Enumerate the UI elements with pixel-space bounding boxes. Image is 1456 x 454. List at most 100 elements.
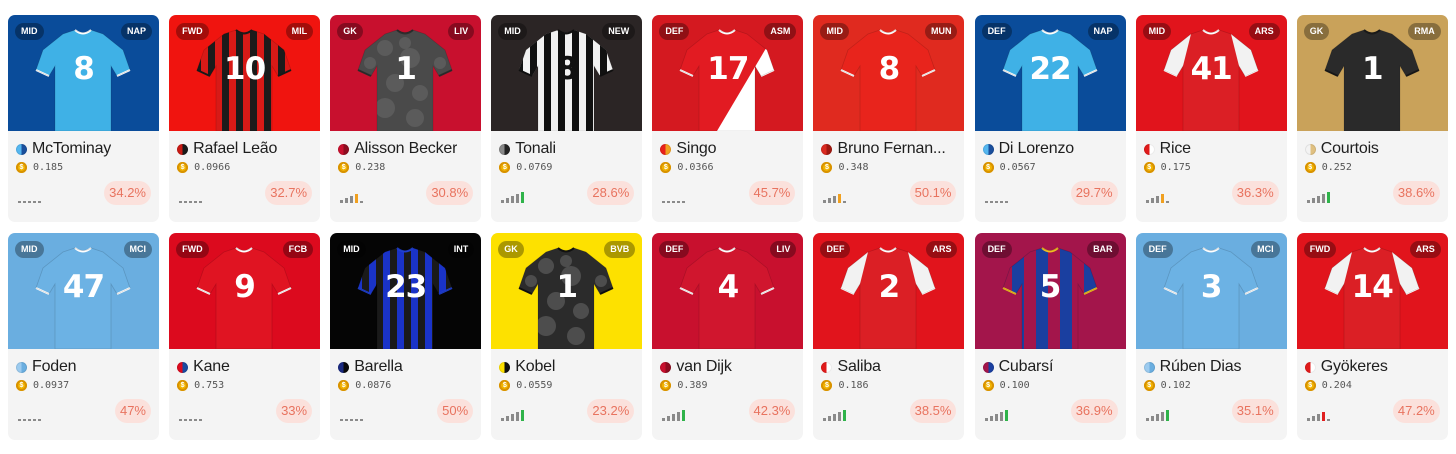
player-card-0[interactable]: MID NAP 8 McTominay $ 0.185 34.2% [8,15,159,222]
form-bar [521,192,525,203]
ownership-percent: 36.9% [1070,399,1118,423]
form-bar [667,416,671,421]
form-bar [1004,201,1008,203]
form-bar [199,419,203,421]
player-card-1[interactable]: FWD MIL 10 Rafael Leão $ 0.0966 32.7% [169,15,321,222]
club-crest-icon [1143,361,1155,373]
form-bar [672,414,676,421]
form-bar [1306,200,1310,203]
form-bar [667,201,671,203]
player-name: McTominay [32,140,112,157]
jersey-number: 17 [707,51,749,87]
form-bar [838,194,842,203]
player-info: Rúben Dias $ 0.102 35.1% [1136,349,1287,440]
form-bar [1150,416,1154,421]
form-bar [833,196,837,203]
form-bar [355,194,359,203]
jersey-number: 8 [556,51,578,87]
name-row: Courtois [1304,140,1442,158]
ownership-percent: 38.5% [909,399,957,423]
ownership-percent: 34.2% [104,181,151,205]
coin-icon: $ [177,162,189,173]
player-card-7[interactable]: MID ARS 41 Rice $ 0.175 36.3% [1135,15,1287,222]
club-crest-icon [16,143,27,155]
player-card-6[interactable]: DEF NAP 22 Di Lorenzo $ 0.0567 29.7% [974,15,1126,222]
player-card-13[interactable]: DEF LIV 4 van Dijk $ 0.389 42.3% [652,233,804,440]
price-row: $ 0.102 [1143,380,1191,391]
jersey-number: 1 [556,269,578,305]
player-card-17[interactable]: FWD ARS 14 Gyökeres $ 0.204 47.2% [1296,233,1448,440]
club-crest-icon [821,361,833,373]
ownership-percent: 23.2% [587,399,635,423]
price-row: $ 0.252 [1304,162,1352,173]
ownership-percent: 36.3% [1231,181,1279,205]
name-row: Di Lorenzo [982,140,1120,158]
player-info: Kane $ 0.753 33% [169,349,320,440]
ownership-percent: 30.8% [426,181,474,205]
player-card-2[interactable]: GK LIV 1 Alisson Becker $ 0.238 30.8% [330,15,482,222]
form-bar [23,419,26,421]
player-card-15[interactable]: DEF BAR 5 Cubarsí $ 0.100 36.9% [974,233,1126,440]
jersey-number: 1 [395,51,417,87]
price-row: $ 0.0876 [338,380,391,391]
coin-icon: $ [821,380,833,391]
form-bars-icon [984,201,1008,203]
player-card-16[interactable]: DEF MCI 3 Rúben Dias $ 0.102 35.1% [1135,233,1287,440]
form-bar [1145,200,1149,203]
player-card-10[interactable]: FWD FCB 9 Kane $ 0.753 33% [169,233,321,440]
form-bar [662,418,666,421]
form-bar [355,419,359,421]
name-row: Rafael Leão [177,140,314,158]
form-bar [1155,196,1159,203]
player-name: Rúben Dias [1159,358,1242,375]
jersey-number: 10 [224,51,266,87]
price-row: $ 0.0567 [982,162,1036,173]
player-info: Courtois $ 0.252 38.6% [1297,131,1448,222]
form-bar [1004,410,1008,421]
club-crest-icon [660,361,672,373]
price-row: $ 0.0966 [177,162,230,173]
player-card-5[interactable]: MID MUN 8 Bruno Fernan... $ 0.348 50.1% [813,15,965,222]
jersey-artwork: MID ARS 41 [1135,15,1287,131]
player-card-12[interactable]: GK BVB 1 Kobel $ 0.0559 23.2% [491,233,643,440]
player-card-11[interactable]: MID INT 23 Barella $ 0.0876 50% [330,233,482,440]
ownership-percent: 50.1% [909,181,957,205]
price-row: $ 0.0937 [16,380,69,391]
form-bar [989,201,993,203]
player-name: Singo [676,140,717,157]
player-name: Barella [354,358,403,375]
form-bar [1165,201,1169,203]
player-info: Foden $ 0.0937 47% [8,349,159,440]
player-card-14[interactable]: DEF ARS 2 Saliba $ 0.186 38.5% [813,233,965,440]
price-row: $ 0.185 [16,162,63,173]
ownership-percent: 50% [437,399,474,423]
form-bar [199,201,203,203]
player-card-9[interactable]: MID MCI 47 Foden $ 0.0937 47% [8,233,159,440]
form-bars-icon [662,410,686,421]
form-bar [179,419,183,421]
jersey-artwork: GK LIV 1 [330,15,482,131]
player-price: 0.0937 [33,380,70,391]
player-price: 0.0876 [355,380,392,391]
club-crest-icon [1304,361,1316,373]
player-price: 0.186 [838,380,869,391]
club-crest-icon [16,361,27,373]
player-name: Di Lorenzo [998,140,1074,157]
player-card-8[interactable]: GK RMA 1 Courtois $ 0.252 38.6% [1296,15,1448,222]
name-row: van Dijk [660,358,797,376]
form-bars-icon [340,194,364,203]
player-card-4[interactable]: DEF ASM 17 Singo $ 0.0366 45.7% [652,15,804,222]
coin-icon: $ [982,162,994,173]
form-bar [28,419,31,421]
player-name: Foden [32,358,77,375]
form-bar [682,201,686,203]
form-bar [189,419,193,421]
player-price: 0.238 [355,162,386,173]
form-bar [38,201,41,203]
player-price: 0.0559 [516,380,553,391]
form-bar [843,201,847,203]
form-bar [677,412,681,421]
player-name: Gyökeres [1320,358,1388,375]
player-card-3[interactable]: MID NEW 8 Tonali $ 0.0769 28.6% [491,15,643,222]
ownership-percent: 33% [276,399,313,423]
